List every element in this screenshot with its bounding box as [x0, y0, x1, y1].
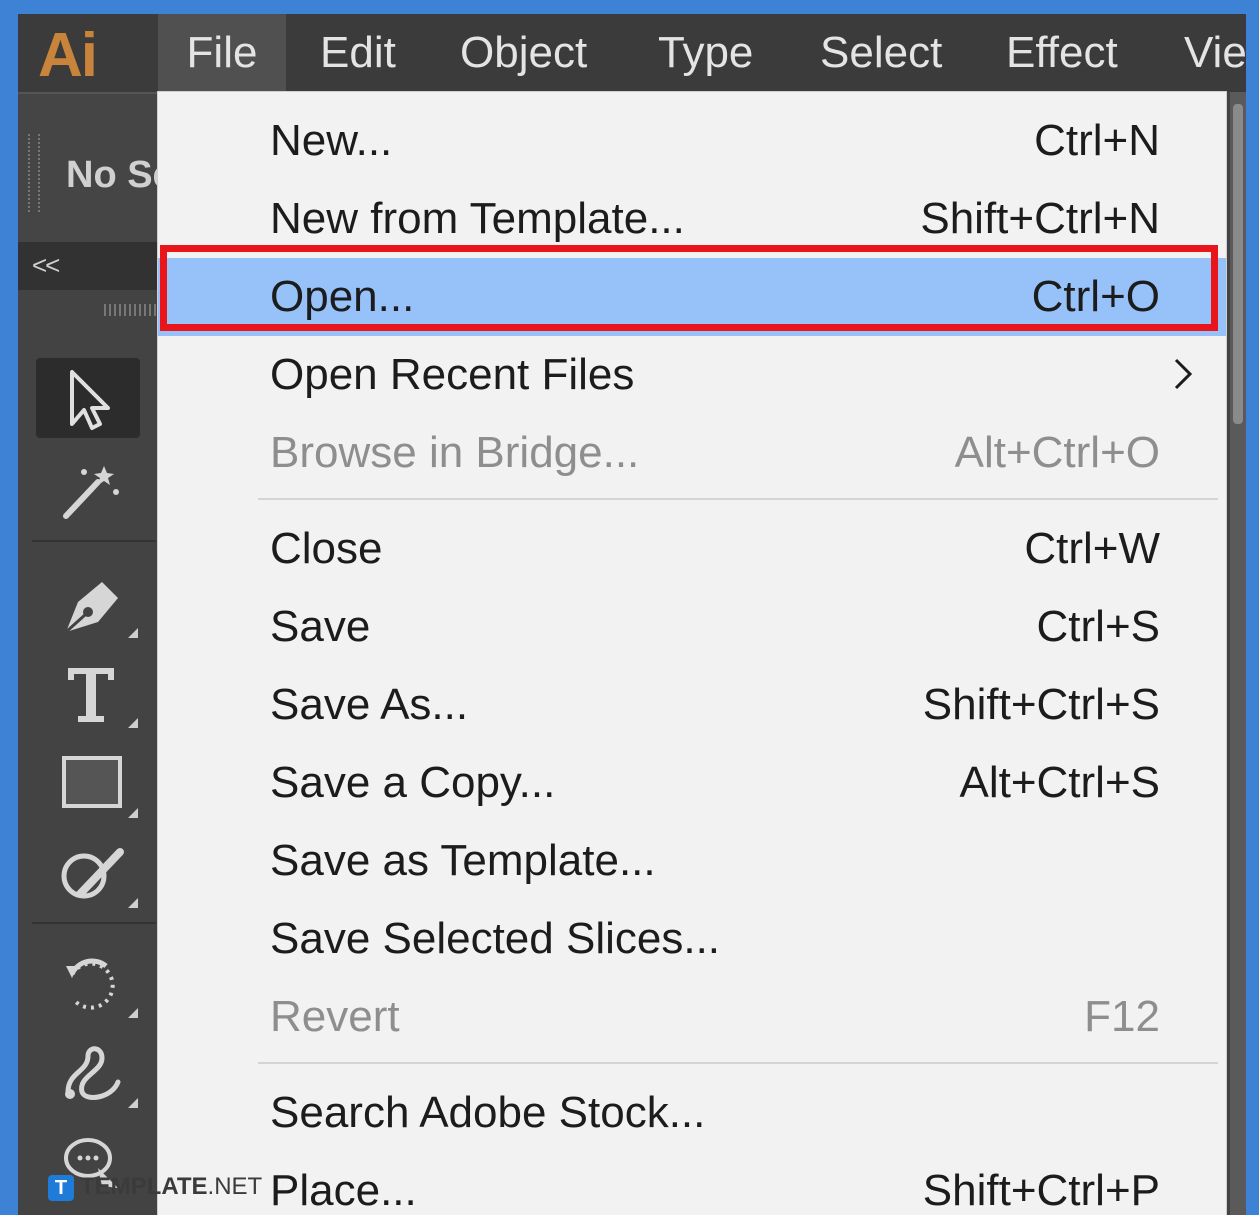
- menu-item-label: Browse in Bridge...: [270, 428, 640, 477]
- control-bar-grip[interactable]: [28, 134, 40, 212]
- menu-type[interactable]: Type: [658, 14, 753, 92]
- toolbar-grip[interactable]: [104, 304, 156, 316]
- menu-edit[interactable]: Edit: [320, 14, 396, 92]
- tool-separator: [32, 922, 156, 924]
- submenu-corner-icon: [128, 1098, 138, 1108]
- menu-bar: Ai File Edit Object Type Select Effect V…: [18, 14, 1246, 92]
- submenu-corner-icon: [128, 628, 138, 638]
- menu-separator: [258, 498, 1218, 500]
- menu-item-save-as[interactable]: Save As... Shift+Ctrl+S: [158, 666, 1226, 744]
- file-menu-dropdown: New... Ctrl+N New from Template... Shift…: [158, 92, 1226, 1215]
- type-tool-icon[interactable]: [36, 652, 140, 732]
- rectangle-tool-icon[interactable]: [36, 742, 140, 822]
- menu-item-close[interactable]: Close Ctrl+W: [158, 510, 1226, 588]
- warp-tool-icon[interactable]: [36, 1032, 140, 1112]
- magic-wand-tool-icon[interactable]: [36, 448, 140, 528]
- menu-item-label: New...: [270, 116, 393, 165]
- menu-item-save-a-copy[interactable]: Save a Copy... Alt+Ctrl+S: [158, 744, 1226, 822]
- submenu-corner-icon: [128, 1008, 138, 1018]
- menu-effect[interactable]: Effect: [1006, 14, 1118, 92]
- menu-item-new[interactable]: New... Ctrl+N: [158, 102, 1226, 180]
- menu-item-browse-in-bridge: Browse in Bridge... Alt+Ctrl+O: [158, 414, 1226, 492]
- illustrator-window: Ai File Edit Object Type Select Effect V…: [18, 14, 1246, 1215]
- menu-item-label: Save as Template...: [270, 836, 656, 885]
- menu-object[interactable]: Object: [460, 14, 587, 92]
- pen-tool-icon[interactable]: [36, 562, 140, 642]
- submenu-corner-icon: [128, 808, 138, 818]
- menu-item-shortcut: F12: [1084, 992, 1160, 1041]
- menu-item-label: Save Selected Slices...: [270, 914, 721, 963]
- menu-item-save[interactable]: Save Ctrl+S: [158, 588, 1226, 666]
- menu-item-shortcut: Ctrl+S: [1036, 602, 1160, 651]
- rotate-tool-icon[interactable]: [36, 942, 140, 1022]
- highlight-annotation-box: [160, 245, 1218, 331]
- menu-item-label: Save As...: [270, 680, 469, 729]
- menu-item-search-adobe-stock[interactable]: Search Adobe Stock...: [158, 1074, 1226, 1152]
- menu-item-label: Revert: [270, 992, 400, 1041]
- menu-item-shortcut: Alt+Ctrl+S: [959, 758, 1160, 807]
- menu-item-shortcut: Ctrl+W: [1024, 524, 1160, 573]
- tools-panel: [18, 334, 158, 1215]
- menu-item-label: Place...: [270, 1166, 417, 1215]
- selection-tool-icon[interactable]: [36, 358, 140, 438]
- submenu-corner-icon: [128, 898, 138, 908]
- menu-scrollbar[interactable]: [1230, 92, 1246, 1215]
- collapse-icon[interactable]: <<: [32, 250, 60, 281]
- menu-item-revert: Revert F12: [158, 978, 1226, 1056]
- template-logo-icon: T: [48, 1174, 74, 1201]
- menu-file[interactable]: File: [158, 14, 286, 92]
- menu-item-label: Close: [270, 524, 383, 573]
- menu-item-label: Save: [270, 602, 371, 651]
- scrollbar-thumb[interactable]: [1233, 104, 1243, 424]
- menu-view[interactable]: Vie: [1184, 14, 1246, 92]
- watermark-suffix: .NET: [207, 1173, 263, 1200]
- menu-item-save-as-template[interactable]: Save as Template...: [158, 822, 1226, 900]
- shaper-tool-icon[interactable]: [36, 832, 140, 912]
- menu-item-open-recent-files[interactable]: Open Recent Files: [158, 336, 1226, 414]
- menu-item-save-selected-slices[interactable]: Save Selected Slices...: [158, 900, 1226, 978]
- menu-item-shortcut: Alt+Ctrl+O: [954, 428, 1160, 477]
- menu-item-shortcut: Shift+Ctrl+P: [922, 1166, 1160, 1215]
- menu-item-place[interactable]: Place... Shift+Ctrl+P: [158, 1152, 1226, 1215]
- submenu-corner-icon: [128, 718, 138, 728]
- menu-item-label: Save a Copy...: [270, 758, 556, 807]
- menu-separator: [258, 1062, 1218, 1064]
- menu-item-label: Open Recent Files: [270, 350, 635, 399]
- toolbar-collapse-bar[interactable]: <<: [18, 242, 158, 290]
- menu-item-shortcut: Ctrl+N: [1034, 116, 1160, 165]
- menu-select[interactable]: Select: [820, 14, 942, 92]
- menu-item-shortcut: Shift+Ctrl+S: [922, 680, 1160, 729]
- menu-item-label: Search Adobe Stock...: [270, 1088, 706, 1137]
- template-net-watermark: T TEMPLATE.NET: [48, 1172, 262, 1202]
- tool-separator: [32, 540, 156, 542]
- chevron-right-icon: [1172, 356, 1194, 397]
- illustrator-logo: Ai: [38, 21, 98, 90]
- watermark-brand: TEMPLATE: [80, 1173, 208, 1200]
